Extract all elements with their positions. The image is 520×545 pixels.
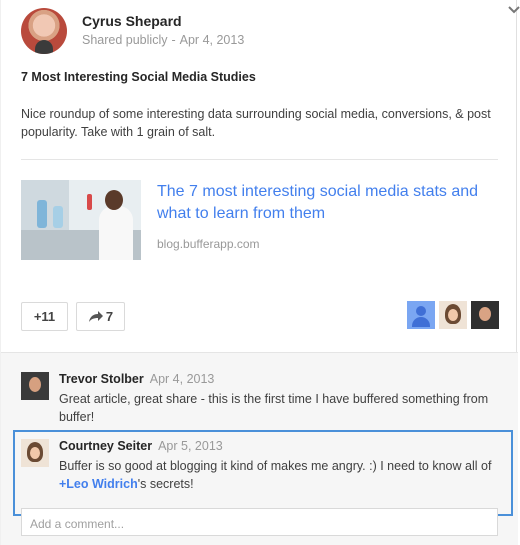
thumb-scientist xyxy=(99,206,133,260)
share-count: 7 xyxy=(105,309,114,324)
plus-one-button[interactable]: +11 xyxy=(21,302,68,331)
meta-separator: - xyxy=(171,33,176,47)
share-arrow-icon xyxy=(88,310,103,322)
link-thumbnail[interactable] xyxy=(21,180,141,260)
thumb-flask xyxy=(37,200,47,228)
thumb-test-tube xyxy=(87,194,92,210)
sharer-avatar[interactable] xyxy=(471,301,499,329)
link-domain: blog.bufferapp.com xyxy=(157,237,260,251)
post-body: Nice roundup of some interesting data su… xyxy=(21,107,491,139)
commenter-avatar[interactable] xyxy=(21,372,49,400)
thumb-scientist-head xyxy=(105,190,123,210)
post-header: Cyrus Shepard Shared publicly - Apr 4, 201… xyxy=(21,6,520,56)
author-avatar[interactable] xyxy=(21,8,67,54)
share-button[interactable]: 7 xyxy=(76,302,125,331)
post-card: Cyrus Shepard Shared publicly - Apr 4, 201… xyxy=(0,0,520,545)
post-title: 7 Most Interesting Social Media Studies xyxy=(21,70,256,84)
sharer-avatar[interactable] xyxy=(407,301,435,329)
add-comment-input[interactable]: Add a comment... xyxy=(21,508,498,536)
commenter-name-link[interactable]: Trevor Stolber xyxy=(59,372,144,386)
commenter-name: Trevor Stolber Apr 4, 2013 xyxy=(59,372,214,386)
author-name[interactable]: Cyrus Shepard xyxy=(82,13,182,29)
sharer-avatar[interactable] xyxy=(439,301,467,329)
post-meta: Shared publicly - Apr 4, 2013 xyxy=(82,33,244,47)
highlight-box xyxy=(13,430,513,516)
visibility-label[interactable]: Shared publicly xyxy=(82,33,167,47)
thumb-flask xyxy=(53,206,63,228)
divider xyxy=(21,159,498,160)
link-title[interactable]: The 7 most interesting social media stat… xyxy=(157,181,502,225)
comment-date[interactable]: Apr 4, 2013 xyxy=(150,372,215,386)
chevron-down-icon[interactable] xyxy=(507,4,520,16)
post-date[interactable]: Apr 4, 2013 xyxy=(180,33,245,47)
comment-text: Great article, great share - this is the… xyxy=(59,392,489,424)
